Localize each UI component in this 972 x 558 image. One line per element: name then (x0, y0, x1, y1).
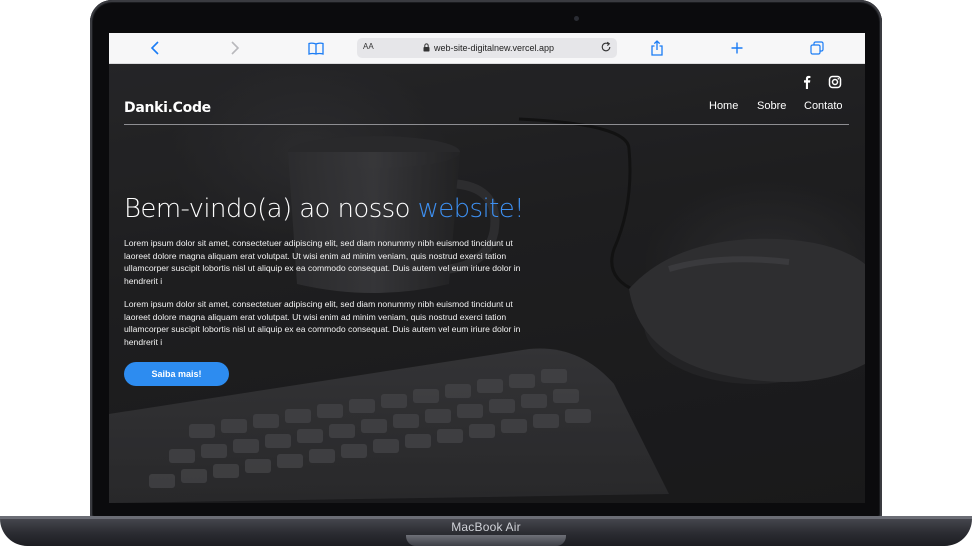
hero-title: Bem-vindo(a) ao nosso website! (124, 194, 525, 224)
reload-icon[interactable] (600, 41, 612, 53)
header-divider (124, 124, 849, 125)
brand-logo[interactable]: Danki.Code (124, 100, 211, 116)
tabs-icon[interactable] (805, 38, 829, 58)
forward-icon[interactable] (223, 38, 247, 58)
laptop-hinge (0, 516, 972, 519)
browser-toolbar: AA web-site-digitalnew.vercel.app (109, 33, 865, 64)
nav-contato[interactable]: Contato (804, 100, 843, 112)
screen: AA web-site-digitalnew.vercel.app Danki.… (109, 33, 865, 503)
back-icon[interactable] (143, 38, 167, 58)
hero-paragraph-1: Lorem ipsum dolor sit amet, consectetuer… (124, 238, 521, 287)
lock-icon (423, 43, 430, 52)
address-bar[interactable]: AA web-site-digitalnew.vercel.app (357, 38, 617, 58)
camera-dot (574, 16, 579, 21)
facebook-icon[interactable] (799, 74, 815, 90)
share-icon[interactable] (645, 38, 669, 58)
device-label: MacBook Air (451, 520, 521, 534)
instagram-icon[interactable] (827, 74, 843, 90)
saiba-mais-button[interactable]: Saiba mais! (124, 362, 229, 386)
hero-title-accent: website! (417, 194, 525, 224)
laptop-notch (406, 535, 566, 546)
nav-sobre[interactable]: Sobre (757, 100, 786, 112)
reader-aa-button[interactable]: AA (363, 42, 374, 51)
bookmarks-icon[interactable] (304, 38, 328, 58)
hero-paragraph-2: Lorem ipsum dolor sit amet, consectetuer… (124, 299, 521, 348)
url-text: web-site-digitalnew.vercel.app (434, 43, 555, 53)
website: Danki.Code Home Sobre Contato Bem-vindo(… (109, 64, 865, 503)
hero-title-main: Bem-vindo(a) ao nosso (124, 194, 418, 224)
nav-home[interactable]: Home (709, 100, 738, 112)
new-tab-icon[interactable] (725, 38, 749, 58)
